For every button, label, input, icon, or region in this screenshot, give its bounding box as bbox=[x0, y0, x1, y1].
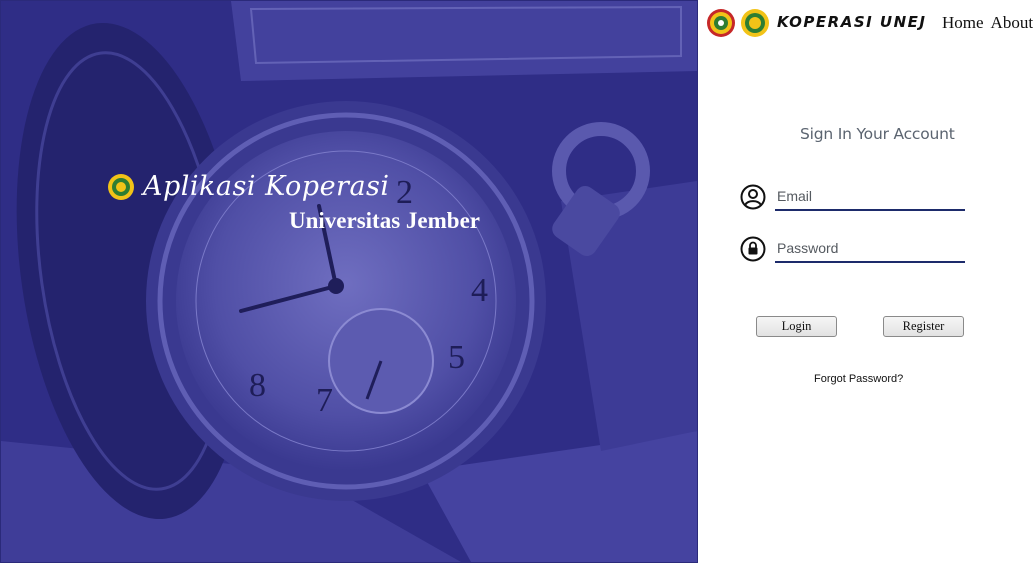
email-input[interactable] bbox=[775, 183, 965, 211]
hero-subtitle: Universitas Jember bbox=[289, 208, 480, 233]
email-row bbox=[740, 183, 965, 211]
form-heading: Sign In Your Account bbox=[800, 125, 955, 143]
brand-name: KOPERASI UNEJ bbox=[777, 13, 927, 31]
koperasi-logo-icon bbox=[741, 9, 769, 37]
nav-links: Home About bbox=[942, 13, 1033, 33]
koperasi-logo-icon bbox=[108, 173, 134, 200]
svg-text:7: 7 bbox=[316, 382, 333, 419]
svg-text:8: 8 bbox=[249, 367, 266, 404]
svg-text:4: 4 bbox=[471, 272, 488, 309]
university-seal-icon bbox=[707, 9, 735, 37]
hero-title-row: Aplikasi Koperasi bbox=[107, 171, 390, 202]
password-row bbox=[740, 235, 965, 263]
nav-link-home[interactable]: Home bbox=[942, 13, 984, 33]
login-page: 2 4 5 8 7 Aplikasi Koperasi Universitas … bbox=[0, 0, 1036, 563]
hero-panel: 2 4 5 8 7 Aplikasi Koperasi Universitas … bbox=[0, 0, 698, 563]
lock-icon bbox=[740, 236, 766, 262]
password-input[interactable] bbox=[775, 235, 965, 263]
svg-text:2: 2 bbox=[396, 174, 413, 211]
pocket-watch-background: 2 4 5 8 7 bbox=[1, 1, 697, 562]
register-button[interactable]: Register bbox=[883, 316, 964, 337]
login-button[interactable]: Login bbox=[756, 316, 837, 337]
hero-title: Aplikasi Koperasi bbox=[143, 171, 390, 202]
user-circle-icon bbox=[740, 184, 766, 210]
svg-text:5: 5 bbox=[448, 339, 465, 376]
nav-logos bbox=[706, 8, 770, 38]
nav-link-about[interactable]: About bbox=[991, 13, 1034, 33]
forgot-password-link[interactable]: Forgot Password? bbox=[814, 373, 903, 385]
